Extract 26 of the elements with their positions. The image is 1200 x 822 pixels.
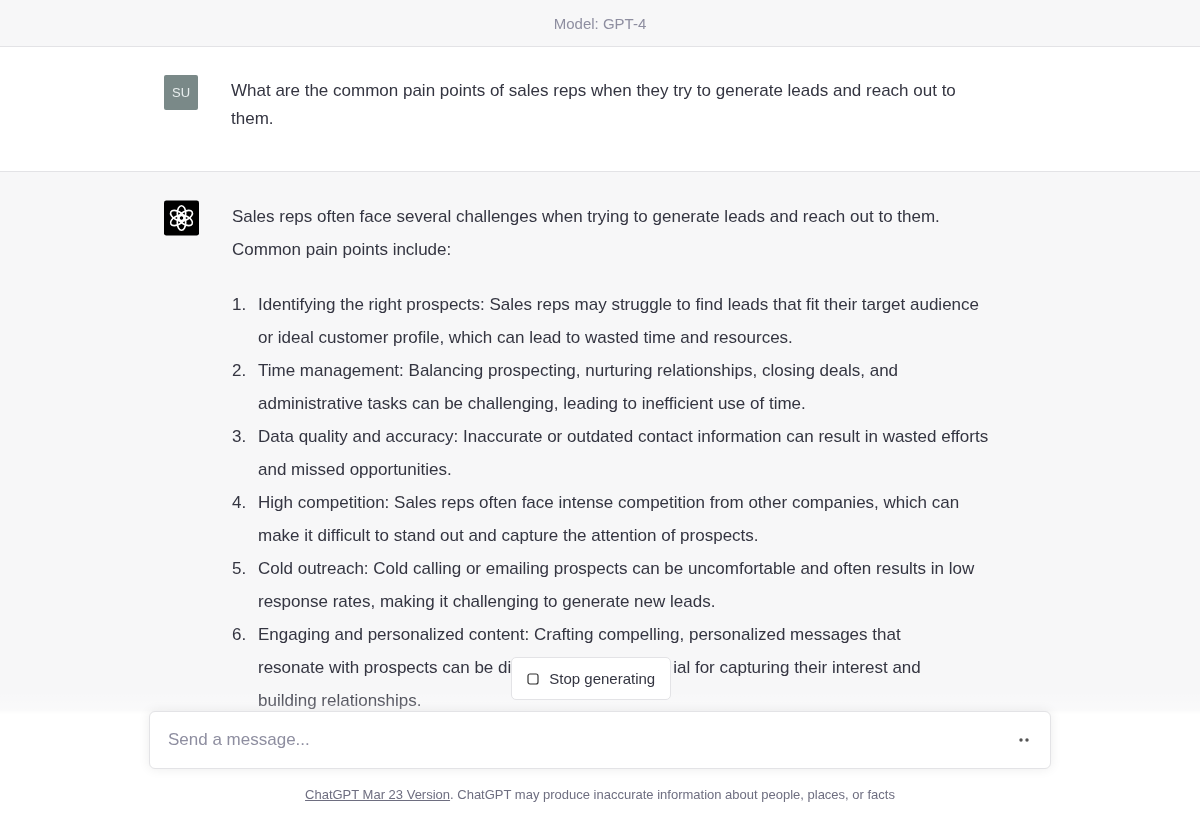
list-number: 4. xyxy=(232,492,248,514)
list-item-text: Engaging and personalized content: Crafting compelling, personalized messages that xyxy=(258,625,901,644)
stop-generating-button[interactable]: Stop generating xyxy=(511,657,672,700)
list-item-text: ial for capturing their interest and xyxy=(673,658,921,677)
model-title: Model: GPT-4 xyxy=(553,14,647,32)
list-item-text: High competition: Sales reps often face intense competition from other companies, which can make it difficult to stand out and capture the attention of prospects. xyxy=(258,492,961,547)
list-item-text: Cold outreach: Cold calling or emailing prospects can be uncomfortable and often results in low response rates, making it challenging to generate new leads. xyxy=(258,558,976,613)
list-number: 3. xyxy=(232,426,248,448)
list-number: 6. xyxy=(232,624,248,646)
stop-square-icon xyxy=(527,672,540,685)
list-number: 1. xyxy=(232,294,248,316)
disclaimer-text: . ChatGPT may produce inaccurate information about people, places, or facts xyxy=(450,787,895,802)
list-item-text: building relationships. xyxy=(258,691,422,710)
assistant-message: Sales reps often face several challenges when trying to generate leads and reach out to them. Common pain points include: xyxy=(232,206,941,261)
list-item-text: Time management: Balancing prospecting, nurturing relationships, closing deals, and administrative tasks can be challenging, leading to inefficient use of time. xyxy=(258,360,900,415)
knot-logo-icon xyxy=(164,200,199,236)
user-avatar: SU xyxy=(164,75,198,110)
list-number: 2. xyxy=(232,360,248,382)
list-number: 5. xyxy=(232,558,248,580)
user-message: What are the common pain points of sales reps when they try to generate leads and reach out to them. xyxy=(231,80,957,130)
version-link[interactable]: ChatGPT Mar 23 Version xyxy=(305,787,451,802)
list-item-text: resonate with prospects can be di xyxy=(258,658,512,677)
message-input[interactable]: Send a message... xyxy=(149,711,1051,769)
list-item-text: Identifying the right prospects: Sales reps may struggle to find leads that fit their target audience or ideal customer profile, which can lead to wasted time and resources. xyxy=(258,294,980,349)
list-item-text: Data quality and accuracy: Inaccurate or outdated contact information can result in wasted efforts and missed opportunities. xyxy=(258,426,990,481)
typing-dots-icon xyxy=(1019,738,1029,742)
